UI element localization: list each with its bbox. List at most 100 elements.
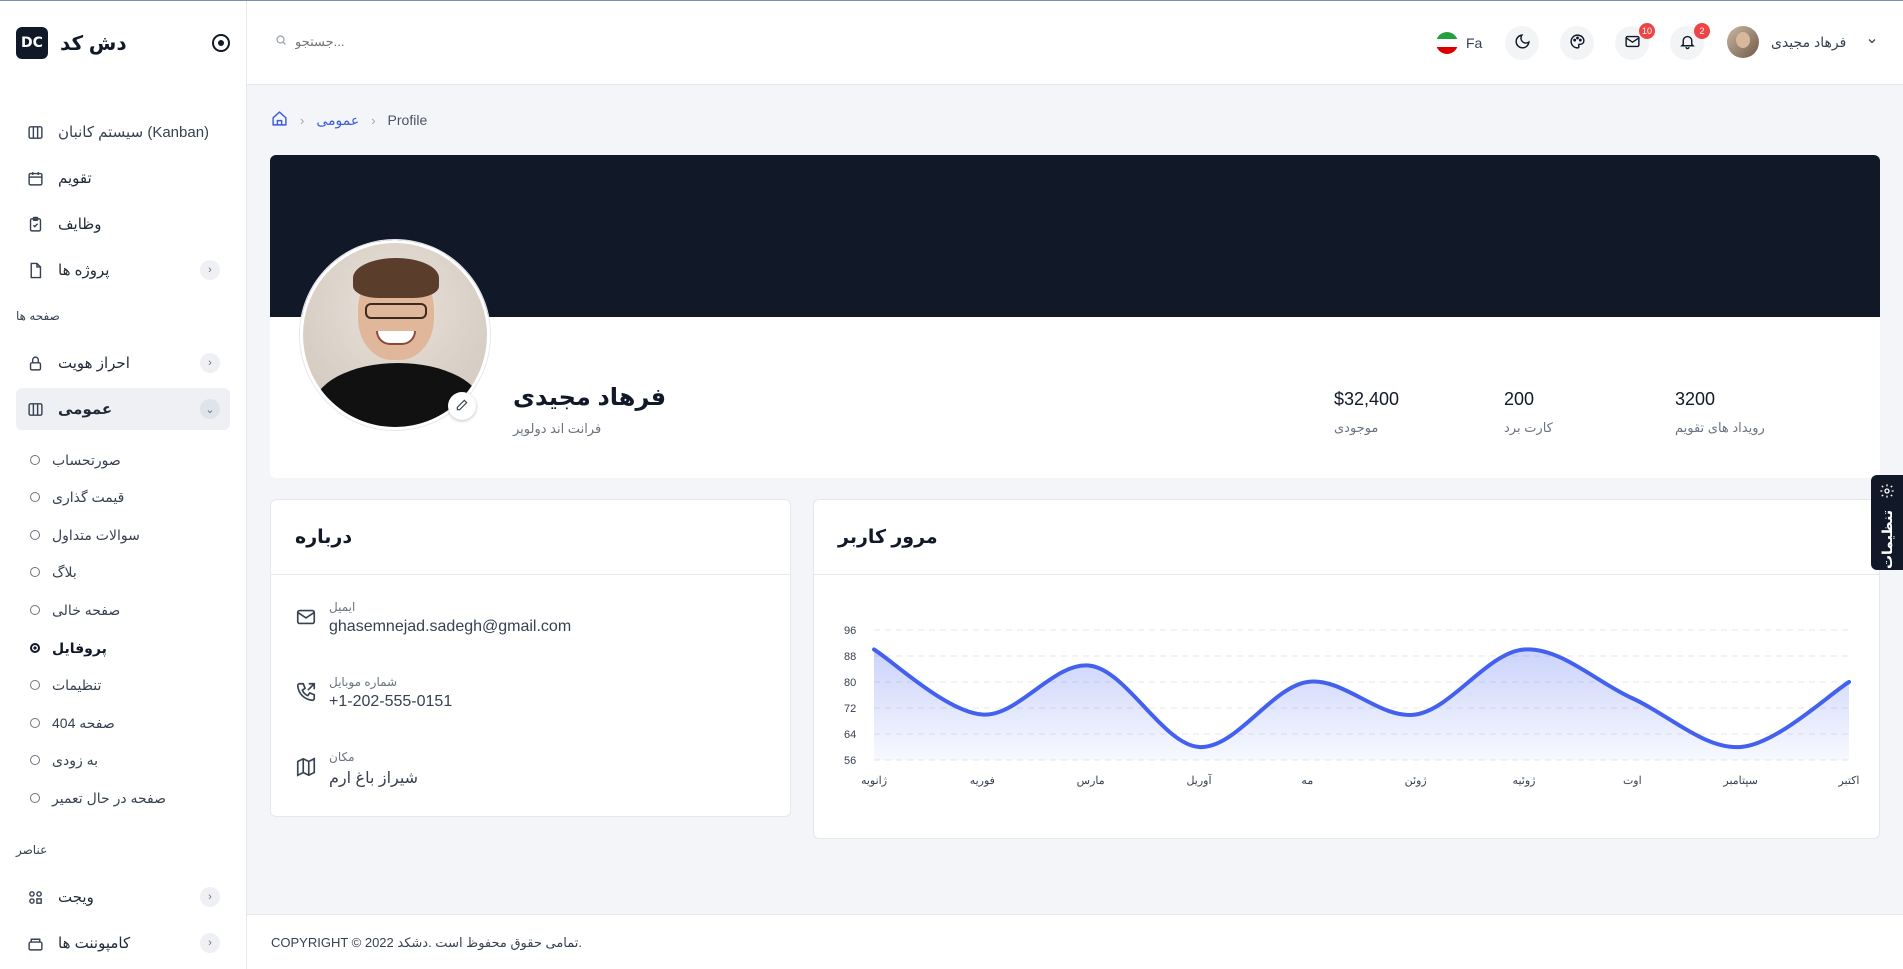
sidebar-item-kanban[interactable]: سیستم کانبان (Kanban) [16, 111, 230, 153]
sidebar-subitem-settings[interactable]: تنظیمات [30, 672, 101, 698]
stat-boards: 200 کارت برد [1504, 389, 1553, 436]
top-header: Fa 10 2 فرهاد مجیدی [247, 1, 1903, 85]
x-tick-label: مه [1301, 775, 1313, 787]
section-label-elements: عناصر [16, 843, 48, 857]
circle-icon [30, 492, 40, 502]
sidebar-subitem-label: صفحه 404 [52, 714, 115, 731]
sidebar-subitem-blank[interactable]: صفحه خالی [30, 597, 120, 623]
stat-value: 200 [1504, 389, 1535, 409]
footer: COPYRIGHT © 2022 تمامی حقوق محفوظ است .د… [247, 914, 1903, 969]
circle-icon [30, 793, 40, 803]
settings-tab-label: تنظیمات [1879, 510, 1895, 570]
notification-badge: 2 [1694, 23, 1710, 39]
breadcrumb-separator: › [371, 112, 376, 128]
email-value[interactable]: ghasemnejad.sadegh@gmail.com [329, 618, 571, 636]
calendar-icon [26, 169, 44, 187]
y-tick-label: 72 [844, 703, 856, 715]
circle-icon [30, 605, 40, 615]
language-switcher[interactable]: Fa [1436, 32, 1482, 54]
sidebar-subitem-pricing[interactable]: قیمت گذاری [30, 484, 124, 510]
sidebar-item-tasks[interactable]: وظایف [16, 203, 230, 245]
chevron-down-icon: ⌄ [200, 399, 220, 419]
notifications-button[interactable]: 2 [1670, 23, 1710, 60]
brand[interactable]: DC دش کد [16, 27, 127, 59]
sidebar-subitem-label: تنظیمات [52, 676, 102, 693]
stat-balance: $32,400 موجودی [1334, 389, 1399, 436]
pencil-icon [455, 398, 469, 415]
sidebar-subitem-coming-soon[interactable]: به زودی [30, 747, 98, 773]
settings-drawer-tab[interactable]: تنظیمات [1871, 475, 1903, 570]
y-tick-label: 64 [844, 729, 856, 741]
home-icon[interactable] [271, 110, 288, 130]
sidebar-item-calendar[interactable]: تقویم [16, 157, 230, 199]
sidebar-toggle-icon[interactable] [212, 34, 230, 52]
gear-icon [1879, 483, 1895, 502]
profile-name: فرهاد مجیدی [513, 384, 667, 411]
user-name: فرهاد مجیدی [1771, 33, 1847, 50]
mail-icon [295, 606, 317, 628]
x-tick-label: ژوئیه [1513, 775, 1536, 787]
edit-avatar-button[interactable] [448, 392, 476, 420]
bell-icon [1679, 33, 1696, 53]
file-icon [26, 261, 44, 279]
info-location: مکان شیراز باغ ارم [295, 750, 418, 788]
sidebar-subitem-label: به زودی [52, 751, 99, 768]
circle-icon [30, 718, 40, 728]
info-email: ایمیل ghasemnejad.sadegh@gmail.com [295, 600, 571, 636]
y-tick-label: 96 [844, 625, 856, 637]
brand-name: دش کد [60, 32, 127, 55]
components-icon [26, 934, 44, 952]
x-tick-label: آوریل [1186, 774, 1212, 787]
sidebar-subitem-label: صورتحساب [52, 451, 121, 468]
y-tick-label: 80 [844, 677, 856, 689]
info-label: ایمیل [329, 600, 356, 614]
chevron-right-icon: › [200, 353, 220, 373]
sidebar-subitem-faq[interactable]: سوالات متداول [30, 522, 140, 548]
tasks-icon [26, 215, 44, 233]
copyright-text: COPYRIGHT © 2022 تمامی حقوق محفوظ است .د… [271, 935, 583, 950]
breadcrumb-link[interactable]: عمومی [316, 112, 359, 129]
search-box[interactable] [275, 34, 515, 49]
breadcrumb-current: Profile [387, 112, 428, 128]
x-tick-label: سپتامبر [1722, 775, 1758, 787]
chevron-down-icon [1866, 34, 1878, 50]
sidebar-item-components[interactable]: کامپوننت ها › [16, 922, 230, 964]
about-title: درباره [271, 500, 790, 575]
chevron-right-icon: › [200, 887, 220, 907]
sidebar-item-projects[interactable]: پروژه ها › [16, 249, 230, 291]
info-label: شماره موبایل [329, 675, 398, 689]
sidebar-item-label: پروژه ها [58, 262, 110, 279]
sidebar-item-general[interactable]: عمومی ⌄ [16, 388, 230, 430]
circle-filled-icon [30, 643, 40, 653]
brand-logo: DC [16, 27, 48, 59]
x-tick-label: اکتبر [1837, 775, 1859, 787]
user-menu[interactable]: فرهاد مجیدی [1727, 26, 1878, 58]
theme-button[interactable] [1560, 26, 1594, 60]
sidebar-subitem-blog[interactable]: بلاگ [30, 559, 77, 585]
sidebar-subitem-maintenance[interactable]: صفحه در حال تعمیر [30, 785, 166, 811]
sidebar-subitem-profile[interactable]: پروفایل [30, 635, 107, 661]
sidebar-item-label: ویجت [58, 889, 94, 906]
breadcrumb: › عمومی › Profile [271, 110, 427, 130]
sidebar-item-widgets[interactable]: ویجت › [16, 876, 230, 918]
mail-icon [1624, 33, 1641, 53]
user-overview-card: مرور کاربر 56 64 72 80 88 96 ژانویه فوریه مارس آو… [813, 499, 1880, 839]
sidebar-item-label: عمومی [58, 401, 113, 418]
sidebar-subitem-label: سوالات متداول [52, 526, 140, 543]
sidebar-subitem-404[interactable]: صفحه 404 [30, 710, 115, 736]
phone-value[interactable]: +1-202-555-0151 [329, 693, 452, 711]
circle-icon [30, 680, 40, 690]
sidebar-item-auth[interactable]: احراز هویت › [16, 342, 230, 384]
stat-events: 3200 رویداد های تقویم [1675, 389, 1765, 436]
circle-icon [30, 530, 40, 540]
search-input[interactable] [295, 34, 515, 49]
mail-badge: 10 [1638, 23, 1655, 39]
mail-button[interactable]: 10 [1615, 23, 1655, 60]
profile-cover [270, 155, 1880, 317]
sidebar-subitem-label: صفحه در حال تعمیر [52, 789, 166, 806]
stat-value: 3200 [1675, 389, 1716, 409]
sidebar-subitem-invoice[interactable]: صورتحساب [30, 447, 121, 473]
area-chart: 56 64 72 80 88 96 ژانویه فوریه مارس آوریل مه ژوئن ژو… [844, 625, 1860, 787]
dark-mode-button[interactable] [1505, 26, 1539, 60]
moon-icon [1514, 33, 1531, 53]
